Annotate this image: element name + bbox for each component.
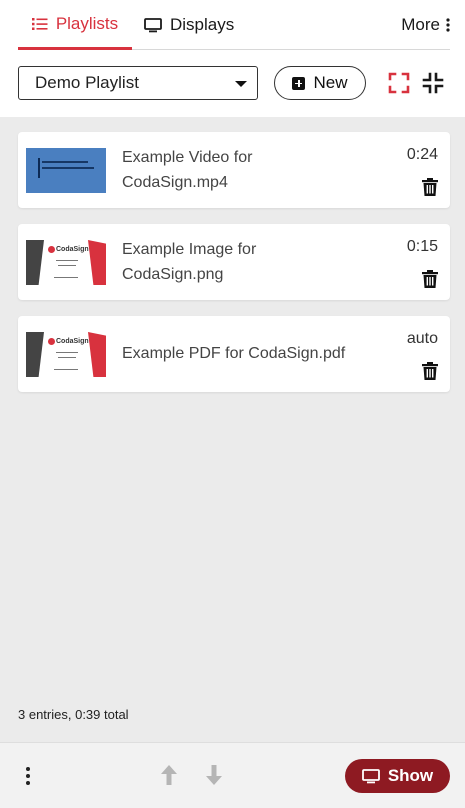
show-button-label: Show — [387, 766, 434, 785]
expand-icon[interactable] — [388, 72, 410, 94]
new-playlist-button[interactable]: New — [274, 66, 366, 100]
tab-displays[interactable]: Displays — [144, 0, 234, 50]
pdf-thumbnail: CodaSign — [26, 332, 106, 377]
entries-summary: 3 entries, 0:39 total — [18, 707, 129, 722]
arrow-down-icon[interactable] — [205, 764, 223, 786]
monitor-icon — [361, 768, 380, 783]
tab-displays-label: Displays — [170, 15, 235, 34]
compress-icon[interactable] — [422, 72, 444, 94]
tab-playlists-label: Playlists — [55, 13, 119, 33]
thumbnail-logo-text: CodaSign — [56, 246, 89, 253]
entry-duration: 0:24 — [406, 146, 438, 163]
caret-down-icon — [235, 81, 247, 87]
more-options-button[interactable] — [22, 767, 34, 787]
plus-square-icon — [292, 76, 306, 90]
tab-bar: Playlists Displays More — [18, 0, 450, 50]
tab-playlists[interactable]: Playlists — [18, 0, 132, 50]
entry-name: Example Video for CodaSign.mp4 — [122, 149, 253, 191]
list-item[interactable]: CodaSign Example PDF for CodaSign.pdf au… — [18, 316, 450, 392]
list-icon — [31, 17, 48, 30]
entry-name: Example PDF for CodaSign.pdf — [122, 345, 346, 362]
trash-icon[interactable] — [422, 270, 438, 288]
header-panel: Playlists Displays More Demo Playlist Ne… — [0, 0, 465, 117]
playlist-select-value: Demo Playlist — [35, 73, 139, 92]
image-thumbnail: CodaSign — [26, 240, 106, 285]
playlist-select[interactable]: Demo Playlist — [18, 66, 258, 100]
entry-duration: 0:15 — [406, 238, 438, 255]
show-button[interactable]: Show — [345, 759, 450, 793]
list-item[interactable]: Example Video for CodaSign.mp4 0:24 — [18, 132, 450, 208]
list-item[interactable]: CodaSign Example Image for CodaSign.png … — [18, 224, 450, 300]
tab-more-label: More — [401, 15, 440, 34]
vertical-dots-icon — [446, 18, 450, 32]
entry-name: Example Image for CodaSign.png — [122, 241, 257, 283]
monitor-icon — [144, 17, 162, 32]
footer-toolbar: Show — [0, 742, 465, 808]
trash-icon[interactable] — [422, 178, 438, 196]
entry-duration: auto — [406, 330, 438, 347]
arrow-up-icon[interactable] — [160, 764, 178, 786]
tab-more[interactable]: More — [401, 0, 450, 50]
vertical-dots-icon — [26, 767, 30, 771]
trash-icon[interactable] — [422, 362, 438, 380]
new-button-label: New — [313, 73, 348, 92]
video-thumbnail — [26, 148, 106, 193]
thumbnail-logo-text: CodaSign — [56, 338, 89, 345]
